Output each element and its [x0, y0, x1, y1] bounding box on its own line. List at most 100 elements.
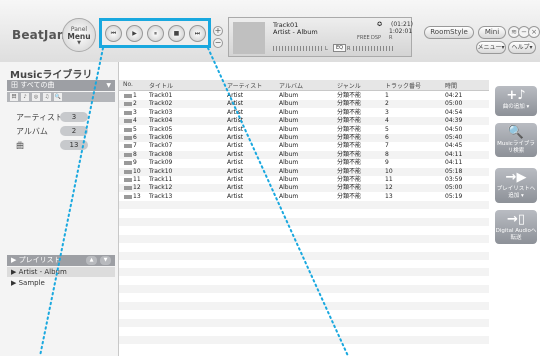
column-no[interactable]: No.	[123, 81, 133, 88]
eq-button[interactable]: EQ	[333, 44, 347, 52]
cell-title: Track07	[149, 142, 173, 150]
add-music-icon: +♪	[506, 88, 526, 103]
cell-genre: 分類不能	[337, 117, 362, 125]
menu-button[interactable]: メニュー▾	[476, 41, 506, 54]
cell-no: 10	[133, 167, 141, 175]
table-row[interactable]: 4 Track04 Artist Album 分類不能 4 04:39	[119, 117, 489, 126]
meter-left-label: L	[325, 46, 328, 52]
stop-button[interactable]: ■	[168, 25, 185, 42]
category-song[interactable]: 曲	[16, 140, 24, 151]
track-file-icon	[124, 136, 132, 140]
cell-no: 1	[133, 92, 137, 99]
cell-genre: 分類不能	[337, 167, 362, 175]
empty-row	[119, 201, 489, 210]
cell-track-number: 7	[385, 142, 389, 150]
table-row[interactable]: 13 Track13 Artist Album 分類不能 13 05:19	[119, 193, 489, 201]
volume-up-button[interactable]: +	[213, 26, 223, 36]
next-button[interactable]: ⏭	[189, 25, 206, 42]
track-file-icon	[124, 94, 132, 98]
cell-track-number: 4	[385, 117, 389, 125]
cell-genre: 分類不能	[337, 125, 362, 133]
help-button[interactable]: ヘルプ▾	[508, 41, 536, 54]
column-artist[interactable]: アーティスト	[227, 81, 262, 90]
table-row[interactable]: 2 Track02 Artist Album 分類不能 2 05:00	[119, 100, 489, 109]
dsp-label: DSP	[371, 35, 382, 41]
cell-no: 8	[133, 150, 137, 158]
cell-title: Track11	[149, 176, 173, 183]
cell-no: 3	[133, 108, 137, 116]
empty-row	[119, 327, 489, 336]
track-file-icon	[124, 110, 132, 115]
roomstyle-button[interactable]: RoomStyle	[424, 26, 474, 39]
playlist-item[interactable]: ▶ Artist - Album	[7, 267, 115, 277]
cell-time: 04:21	[445, 92, 463, 99]
grid-icon[interactable]: 田	[10, 93, 18, 101]
cell-title: Track04	[149, 117, 173, 125]
transfer-button[interactable]: →▯ Digital Audioへ転送	[495, 210, 537, 244]
cell-no: 7	[133, 142, 137, 150]
table-row[interactable]: 6 Track06 Artist Album 分類不能 6 05:40	[119, 134, 489, 142]
pause-button[interactable]: ⏸	[147, 25, 164, 42]
column-track-number[interactable]: トラック番号	[385, 81, 421, 90]
search-icon: 🔍	[507, 125, 525, 140]
artist-icon[interactable]: ♪	[21, 93, 29, 101]
rate-label: FREE	[357, 35, 370, 41]
cell-artist: Artist	[227, 100, 244, 108]
add-song-button[interactable]: +♪ 曲の追加 ▾	[495, 86, 537, 116]
all-songs-label: 田 すべての曲	[11, 81, 55, 89]
table-row[interactable]: 1 Track01 Artist Album 分類不能 1 04:21	[119, 92, 489, 100]
close-button[interactable]: ×	[528, 26, 540, 38]
column-title[interactable]: タイトル	[149, 81, 173, 90]
add-song-label: 曲の追加 ▾	[502, 104, 530, 110]
cell-album: Album	[279, 192, 299, 200]
cell-album: Album	[279, 167, 299, 175]
playlist-item[interactable]: ▶ Sample	[7, 278, 115, 288]
cell-track-number: 10	[385, 167, 393, 175]
search-icon[interactable]: 🔍	[54, 93, 62, 101]
volume-down-button[interactable]: −	[213, 38, 223, 48]
song-icon[interactable]: ♫	[43, 93, 51, 101]
table-row[interactable]: 5 Track05 Artist Album 分類不能 5 04:50	[119, 126, 489, 134]
table-row[interactable]: 7 Track07 Artist Album 分類不能 7 04:45	[119, 142, 489, 150]
table-row[interactable]: 3 Track03 Artist Album 分類不能 3 04:54	[119, 109, 489, 117]
table-row[interactable]: 10 Track10 Artist Album 分類不能 10 05:18	[119, 167, 489, 176]
cell-time: 05:00	[445, 184, 463, 192]
empty-row	[119, 268, 489, 277]
track-list-header: No. タイトル アーティスト アルバム ジャンル トラック番号 時間	[119, 80, 489, 91]
table-row[interactable]: 8 Track08 Artist Album 分類不能 8 04:11	[119, 150, 489, 159]
table-row[interactable]: 12 Track12 Artist Album 分類不能 12 05:00	[119, 184, 489, 193]
cell-track-number: 13	[385, 192, 393, 200]
chevron-down-icon[interactable]: ▼	[100, 256, 111, 265]
table-row[interactable]: 9 Track09 Artist Album 分類不能 9 04:11	[119, 159, 489, 167]
chevron-up-icon[interactable]: ▲	[86, 256, 97, 265]
cell-time: 05:18	[445, 167, 463, 175]
album-icon[interactable]: ◎	[32, 93, 40, 101]
empty-row	[119, 302, 489, 310]
panel-menu-button[interactable]: Panel Menu ▼	[62, 18, 96, 52]
add-to-playlist-button[interactable]: →▶ プレイリストへ追加 ▾	[495, 168, 537, 203]
album-art	[233, 22, 265, 54]
all-songs-selector[interactable]: 田 すべての曲 ▼	[7, 80, 115, 91]
cell-title: Track08	[149, 150, 173, 158]
empty-row	[119, 218, 489, 226]
previous-button[interactable]: ⏮	[105, 25, 122, 42]
play-button[interactable]: ▶	[126, 25, 143, 42]
cell-artist: Artist	[227, 125, 244, 133]
library-search-button[interactable]: 🔍 Musicライブラリ検索	[495, 123, 537, 157]
column-album[interactable]: アルバム	[279, 81, 303, 90]
track-list: No. タイトル アーティスト アルバム ジャンル トラック番号 時間 1 Tra…	[119, 80, 489, 356]
playlist-header-label: ▶ プレイリスト	[11, 256, 61, 264]
cell-time: 05:19	[445, 192, 463, 200]
cell-artist: Artist	[227, 184, 244, 192]
mini-button[interactable]: Mini	[478, 26, 506, 39]
column-genre[interactable]: ジャンル	[337, 81, 361, 90]
cell-album: Album	[279, 150, 299, 158]
cell-genre: 分類不能	[337, 108, 362, 116]
column-time[interactable]: 時間	[445, 81, 457, 90]
library-search-label: Musicライブラリ検索	[497, 141, 535, 154]
library-title: Musicライブラリ	[10, 70, 93, 81]
empty-row	[119, 260, 489, 268]
category-artist[interactable]: アーティスト	[16, 112, 63, 123]
category-album[interactable]: アルバム	[16, 126, 48, 137]
table-row[interactable]: 11 Track11 Artist Album 分類不能 11 03:59	[119, 176, 489, 184]
